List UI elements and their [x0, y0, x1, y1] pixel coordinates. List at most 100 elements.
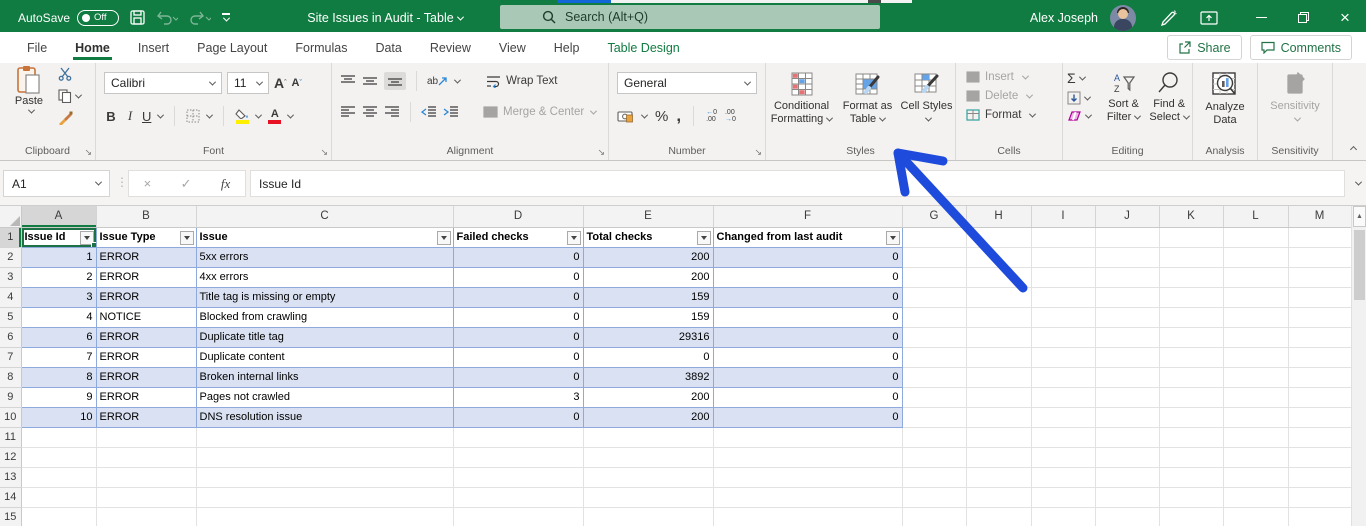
insert-cells-button[interactable]: Insert	[966, 71, 1062, 83]
format-as-table-button[interactable]: Format as Table	[839, 69, 897, 141]
column-header-C[interactable]: C	[196, 206, 453, 227]
cell-B3[interactable]: ERROR	[96, 267, 196, 287]
cell-L8[interactable]	[1223, 367, 1288, 387]
cell-B1[interactable]: Issue Type	[96, 227, 196, 247]
cell-E10[interactable]: 200	[583, 407, 713, 427]
cell-I12[interactable]	[1031, 447, 1095, 467]
cell-E9[interactable]: 200	[583, 387, 713, 407]
cell-A14[interactable]	[21, 487, 96, 507]
cell-J10[interactable]	[1095, 407, 1159, 427]
cell-A11[interactable]	[21, 427, 96, 447]
cell-D4[interactable]: 0	[453, 287, 583, 307]
cell-K9[interactable]	[1159, 387, 1223, 407]
cell-A5[interactable]: 4	[21, 307, 96, 327]
cell-A3[interactable]: 2	[21, 267, 96, 287]
row-header-15[interactable]: 15	[0, 507, 21, 526]
cell-L7[interactable]	[1223, 347, 1288, 367]
cell-M6[interactable]	[1288, 327, 1351, 347]
cell-L13[interactable]	[1223, 467, 1288, 487]
cell-C9[interactable]: Pages not crawled	[196, 387, 453, 407]
cell-C10[interactable]: DNS resolution issue	[196, 407, 453, 427]
clear-button[interactable]	[1067, 110, 1101, 122]
merge-center-button[interactable]: Merge & Center	[483, 106, 596, 118]
fill-color-button[interactable]	[235, 109, 249, 124]
format-painter-icon[interactable]	[58, 111, 81, 125]
tab-file[interactable]: File	[13, 32, 61, 63]
tab-view[interactable]: View	[485, 32, 540, 63]
cell-J11[interactable]	[1095, 427, 1159, 447]
cell-A4[interactable]: 3	[21, 287, 96, 307]
cell-M4[interactable]	[1288, 287, 1351, 307]
find-select-button[interactable]: Find & Select	[1146, 69, 1192, 141]
ink-pen-icon[interactable]	[1158, 9, 1178, 27]
wrap-text-button[interactable]: Wrap Text	[486, 75, 557, 88]
cell-C4[interactable]: Title tag is missing or empty	[196, 287, 453, 307]
cell-L10[interactable]	[1223, 407, 1288, 427]
cell-A8[interactable]: 8	[21, 367, 96, 387]
column-header-L[interactable]: L	[1223, 206, 1288, 227]
cell-H5[interactable]	[966, 307, 1031, 327]
cell-E1[interactable]: Total checks	[583, 227, 713, 247]
cell-B8[interactable]: ERROR	[96, 367, 196, 387]
cell-J9[interactable]	[1095, 387, 1159, 407]
conditional-formatting-button[interactable]: Conditional Formatting	[769, 69, 835, 141]
cell-C14[interactable]	[196, 487, 453, 507]
minimize-button[interactable]	[1240, 3, 1282, 32]
cell-D5[interactable]: 0	[453, 307, 583, 327]
cell-F14[interactable]	[713, 487, 902, 507]
align-right-icon[interactable]	[384, 105, 400, 119]
cell-C6[interactable]: Duplicate title tag	[196, 327, 453, 347]
cell-I4[interactable]	[1031, 287, 1095, 307]
row-header-10[interactable]: 10	[0, 407, 21, 427]
number-dialog-launcher[interactable]: ↘	[754, 148, 762, 157]
share-button[interactable]: Share	[1167, 35, 1241, 60]
tab-page-layout[interactable]: Page Layout	[183, 32, 281, 63]
cell-G8[interactable]	[902, 367, 966, 387]
search-box[interactable]: Search (Alt+Q)	[500, 5, 880, 29]
cell-B6[interactable]: ERROR	[96, 327, 196, 347]
close-button[interactable]: ×	[1324, 3, 1366, 32]
cell-I3[interactable]	[1031, 267, 1095, 287]
cell-M14[interactable]	[1288, 487, 1351, 507]
cell-I9[interactable]	[1031, 387, 1095, 407]
cell-G7[interactable]	[902, 347, 966, 367]
cell-J15[interactable]	[1095, 507, 1159, 526]
row-header-3[interactable]: 3	[0, 267, 21, 287]
cell-J8[interactable]	[1095, 367, 1159, 387]
row-header-8[interactable]: 8	[0, 367, 21, 387]
cell-F4[interactable]: 0	[713, 287, 902, 307]
cell-E4[interactable]: 159	[583, 287, 713, 307]
cell-G10[interactable]	[902, 407, 966, 427]
cell-I5[interactable]	[1031, 307, 1095, 327]
cell-A10[interactable]: 10	[21, 407, 96, 427]
cell-A13[interactable]	[21, 467, 96, 487]
sensitivity-button[interactable]: Sensitivity	[1260, 69, 1330, 141]
cell-I10[interactable]	[1031, 407, 1095, 427]
filter-button-issue-type[interactable]	[180, 231, 194, 245]
row-header-4[interactable]: 4	[0, 287, 21, 307]
cell-A2[interactable]: 1	[21, 247, 96, 267]
cell-J6[interactable]	[1095, 327, 1159, 347]
font-dialog-launcher[interactable]: ↘	[320, 148, 328, 157]
cell-B12[interactable]	[96, 447, 196, 467]
column-header-B[interactable]: B	[96, 206, 196, 227]
cancel-icon[interactable]: ×	[144, 176, 152, 191]
column-header-D[interactable]: D	[453, 206, 583, 227]
clipboard-dialog-launcher[interactable]: ↘	[84, 148, 92, 157]
cell-K2[interactable]	[1159, 247, 1223, 267]
cell-L2[interactable]	[1223, 247, 1288, 267]
cell-B9[interactable]: ERROR	[96, 387, 196, 407]
tab-home[interactable]: Home	[61, 32, 124, 63]
cell-L14[interactable]	[1223, 487, 1288, 507]
sort-filter-button[interactable]: AZ Sort & Filter	[1101, 69, 1147, 141]
cell-D15[interactable]	[453, 507, 583, 526]
cell-D10[interactable]: 0	[453, 407, 583, 427]
underline-button[interactable]: U	[142, 109, 151, 124]
cell-K6[interactable]	[1159, 327, 1223, 347]
insert-function-icon[interactable]: fx	[221, 176, 230, 192]
decrease-indent-icon[interactable]	[421, 105, 437, 119]
row-header-14[interactable]: 14	[0, 487, 21, 507]
cell-F11[interactable]	[713, 427, 902, 447]
cell-C12[interactable]	[196, 447, 453, 467]
cell-D7[interactable]: 0	[453, 347, 583, 367]
